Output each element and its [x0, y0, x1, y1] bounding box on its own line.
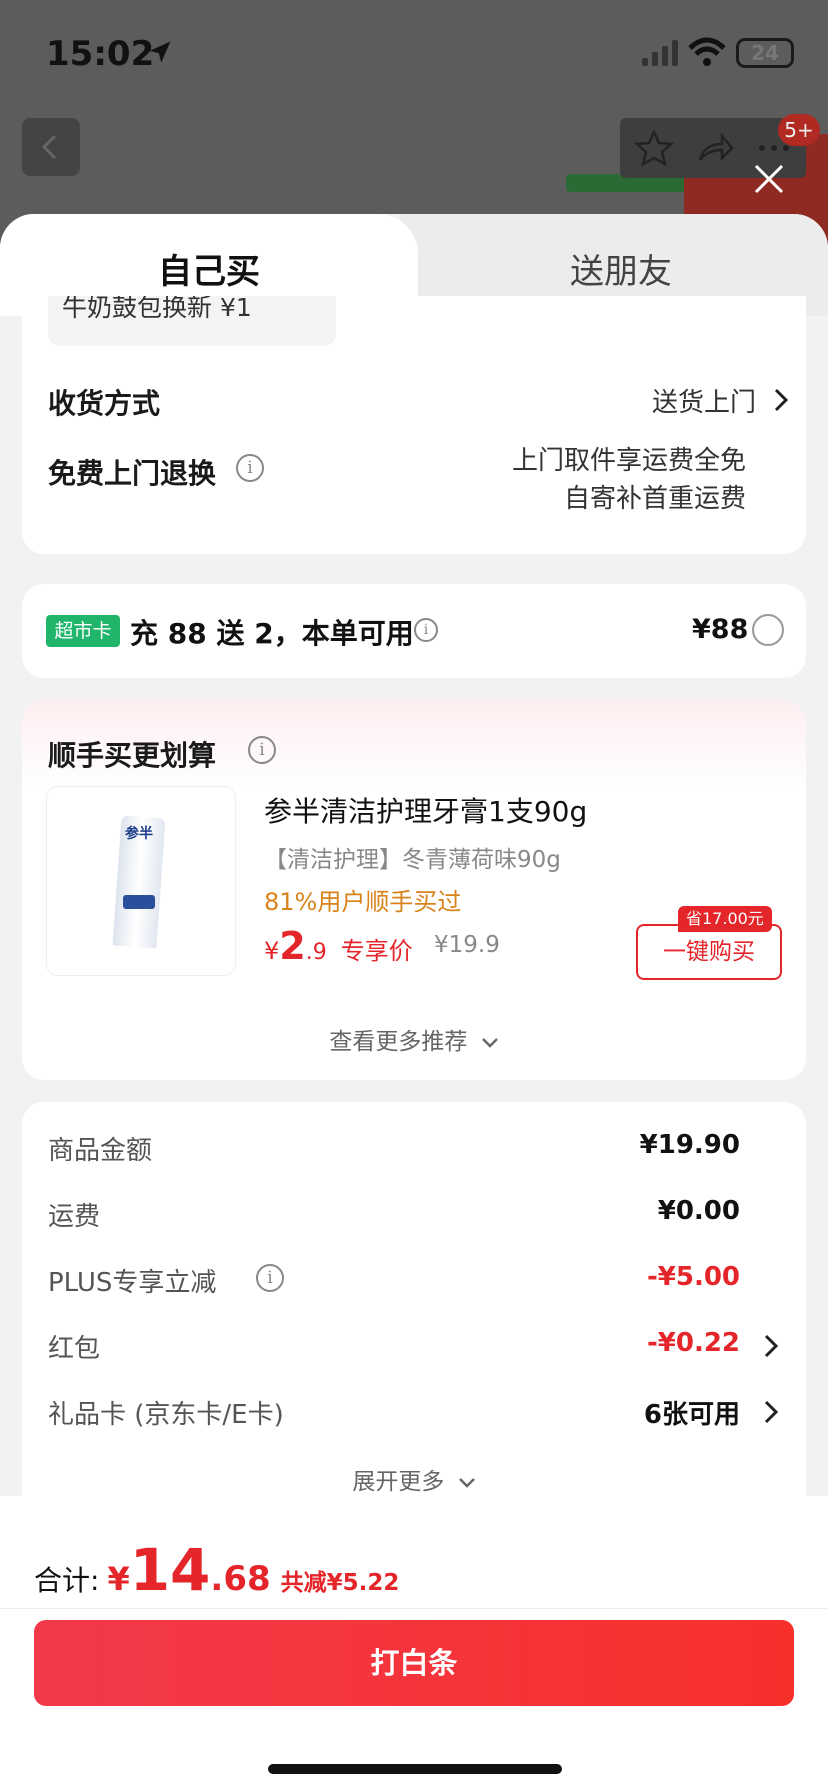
free-return-line1: 上门取件享运费全免: [511, 446, 746, 476]
gift-card-row[interactable]: 礼品卡 (京东卡/E卡) 6张可用: [22, 1382, 806, 1442]
share-icon[interactable]: [694, 128, 734, 168]
summary-label-shipping: 运费: [48, 1202, 101, 1232]
total-symbol: ¥: [107, 1560, 130, 1598]
total-row: 合计: ¥14.68 共减¥5.22: [34, 1536, 399, 1604]
pay-button[interactable]: 打白条: [34, 1620, 794, 1706]
delivery-method-selector[interactable]: 送货上门: [522, 380, 792, 420]
supermarket-card-tag: 超市卡: [46, 615, 120, 647]
delivery-card: 牛奶鼓包换新 ¥1 收货方式 送货上门 免费上门退换 i 上门取件享运费全免 自…: [22, 296, 806, 554]
tab-gift-label: 送朋友: [570, 252, 672, 292]
summary-label-plus: PLUS专享立减: [48, 1268, 217, 1298]
status-time: 15:02: [46, 34, 155, 74]
status-bar: 15:02 24: [0, 0, 828, 100]
one-click-buy-button[interactable]: 一键购买: [636, 924, 782, 980]
price-summary-card: 商品金额 ¥19.90 运费 ¥0.00 PLUS专享立减 i -¥5.00 红…: [22, 1102, 806, 1522]
home-indicator: [268, 1764, 562, 1774]
supermarket-card-row[interactable]: 超市卡 充 88 送 2，本单可用 i ¥88: [22, 584, 806, 678]
checkout-footer: 合计: ¥14.68 共减¥5.22 打白条: [0, 1496, 828, 1792]
chevron-right-icon: [774, 388, 788, 412]
summary-value-shipping: ¥0.00: [657, 1196, 740, 1226]
save-badge: 省17.00元: [678, 906, 772, 932]
expand-more-link[interactable]: 展开更多: [22, 1462, 806, 1496]
sheet-content: 牛奶鼓包换新 ¥1 收货方式 送货上门 免费上门退换 i 上门取件享运费全免 自…: [0, 296, 828, 1522]
supermarket-card-radio[interactable]: [752, 614, 784, 646]
summary-value-plus: -¥5.00: [646, 1262, 740, 1292]
info-icon[interactable]: i: [414, 618, 438, 642]
free-return-line2: 自寄补首重运费: [563, 484, 746, 514]
summary-value-goods: ¥19.90: [639, 1130, 740, 1160]
product-price: ¥2.9 专享价: [264, 924, 413, 968]
expand-more-label: 展开更多: [352, 1469, 445, 1495]
product-social-proof: 81%用户顺手买过: [264, 888, 462, 916]
total-label: 合计:: [34, 1564, 100, 1597]
chevron-right-icon: [764, 1400, 778, 1424]
info-icon[interactable]: i: [248, 736, 276, 764]
supermarket-card-price: ¥88: [692, 614, 749, 645]
price-integer: 2: [279, 924, 306, 968]
total-discount: 共减¥5.22: [280, 1570, 400, 1596]
chevron-down-icon: [481, 1038, 498, 1048]
divider: [0, 1608, 828, 1609]
delivery-method-label: 收货方式: [48, 387, 161, 420]
battery-icon: 24: [736, 38, 794, 68]
cellular-signal-icon: [642, 40, 678, 66]
chevron-down-icon: [458, 1478, 475, 1488]
supermarket-card-text: 充 88 送 2，本单可用: [130, 617, 414, 650]
original-price: ¥19.9: [434, 932, 500, 958]
product-brand-logo: 参半: [125, 826, 153, 842]
addon-card: 顺手买更划算 i 参半 参半清洁护理牙膏1支90g 【清洁护理】冬青薄荷味90g…: [22, 700, 806, 1080]
previous-item-chip: 牛奶鼓包换新 ¥1: [48, 296, 336, 346]
notification-badge: 5+: [778, 114, 820, 146]
chevron-left-icon: [41, 134, 57, 160]
total-decimal: .68: [210, 1559, 271, 1599]
close-icon[interactable]: [752, 162, 786, 196]
price-decimal: .9: [305, 940, 327, 965]
summary-label-gift-card: 礼品卡 (京东卡/E卡): [48, 1400, 284, 1430]
info-icon[interactable]: i: [236, 454, 264, 482]
tube-band: [123, 895, 155, 909]
star-icon[interactable]: [634, 128, 674, 168]
previous-item-text: 牛奶鼓包换新 ¥1: [62, 296, 252, 322]
location-arrow-icon: [149, 41, 171, 63]
summary-value-gift-card: 6张可用: [643, 1400, 740, 1430]
more-recommendations-label: 查看更多推荐: [329, 1029, 468, 1055]
price-symbol: ¥: [264, 937, 280, 965]
summary-label-goods: 商品金额: [48, 1136, 153, 1166]
free-return-label: 免费上门退换: [48, 457, 217, 490]
back-button[interactable]: [22, 118, 80, 176]
summary-label-red-packet: 红包: [48, 1334, 101, 1364]
background-page: 15:02 24 5+: [0, 0, 828, 244]
addon-title: 顺手买更划算: [48, 739, 217, 772]
summary-value-red-packet: -¥0.22: [646, 1328, 740, 1358]
battery-level: 24: [751, 41, 779, 65]
delivery-method-value: 送货上门: [651, 388, 756, 418]
chevron-right-icon: [764, 1334, 778, 1358]
price-tag: 专享价: [340, 937, 413, 965]
product-name[interactable]: 参半清洁护理牙膏1支90g: [264, 790, 587, 830]
wifi-icon: [688, 37, 726, 66]
product-image[interactable]: 参半: [46, 786, 236, 976]
product-spec: 【清洁护理】冬青薄荷味90g: [264, 847, 561, 873]
info-icon[interactable]: i: [256, 1264, 284, 1292]
total-integer: 14: [129, 1536, 211, 1604]
tab-self-buy-label: 自己买: [158, 252, 260, 292]
red-packet-row[interactable]: 红包 -¥0.22: [22, 1316, 806, 1376]
more-recommendations-link[interactable]: 查看更多推荐: [22, 1022, 806, 1056]
